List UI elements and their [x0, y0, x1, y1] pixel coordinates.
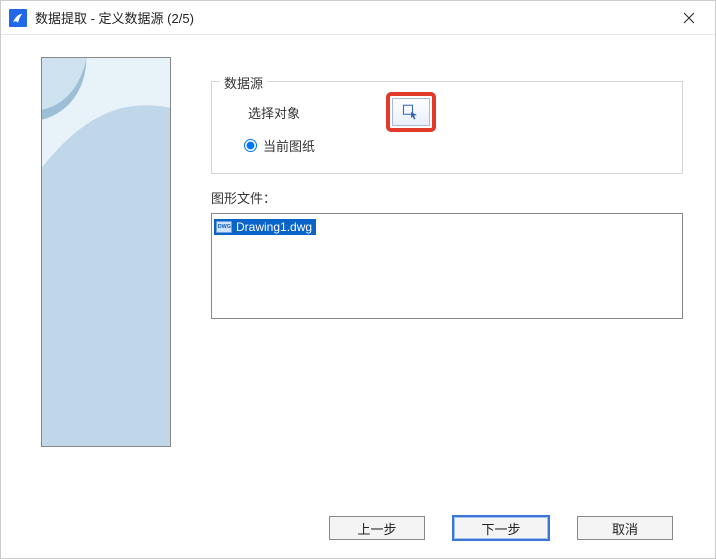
pick-icon [402, 103, 420, 121]
group-title: 数据源 [220, 73, 267, 92]
titlebar: 数据提取 - 定义数据源 (2/5) [1, 1, 715, 35]
dialog-footer: 上一步 下一步 取消 [1, 516, 715, 540]
file-item[interactable]: DWG Drawing1.dwg [214, 219, 316, 235]
file-list[interactable]: DWG Drawing1.dwg [211, 213, 683, 319]
next-button[interactable]: 下一步 [453, 516, 549, 540]
wizard-side-image [41, 57, 171, 447]
back-button[interactable]: 上一步 [329, 516, 425, 540]
cancel-button[interactable]: 取消 [577, 516, 673, 540]
dialog-content: 数据源 选择对象 当前图纸 [1, 35, 715, 558]
select-objects-button[interactable] [392, 98, 430, 126]
files-label: 图形文件： [211, 188, 683, 207]
dialog-window: 数据提取 - 定义数据源 (2/5) 数据源 选择对象 [0, 0, 716, 559]
current-drawing-label: 当前图纸 [263, 136, 315, 155]
close-button[interactable] [671, 4, 707, 32]
main-area: 数据源 选择对象 当前图纸 [211, 81, 683, 319]
file-name: Drawing1.dwg [236, 220, 312, 234]
data-source-group: 数据源 选择对象 当前图纸 [211, 81, 683, 174]
current-drawing-radio-input[interactable] [244, 139, 257, 152]
select-objects-label: 选择对象 [248, 103, 368, 122]
select-objects-highlight [386, 92, 436, 132]
current-drawing-radio[interactable]: 当前图纸 [244, 136, 668, 155]
window-title: 数据提取 - 定义数据源 (2/5) [35, 8, 671, 27]
dwg-file-icon: DWG [216, 221, 232, 233]
app-icon [9, 9, 27, 27]
